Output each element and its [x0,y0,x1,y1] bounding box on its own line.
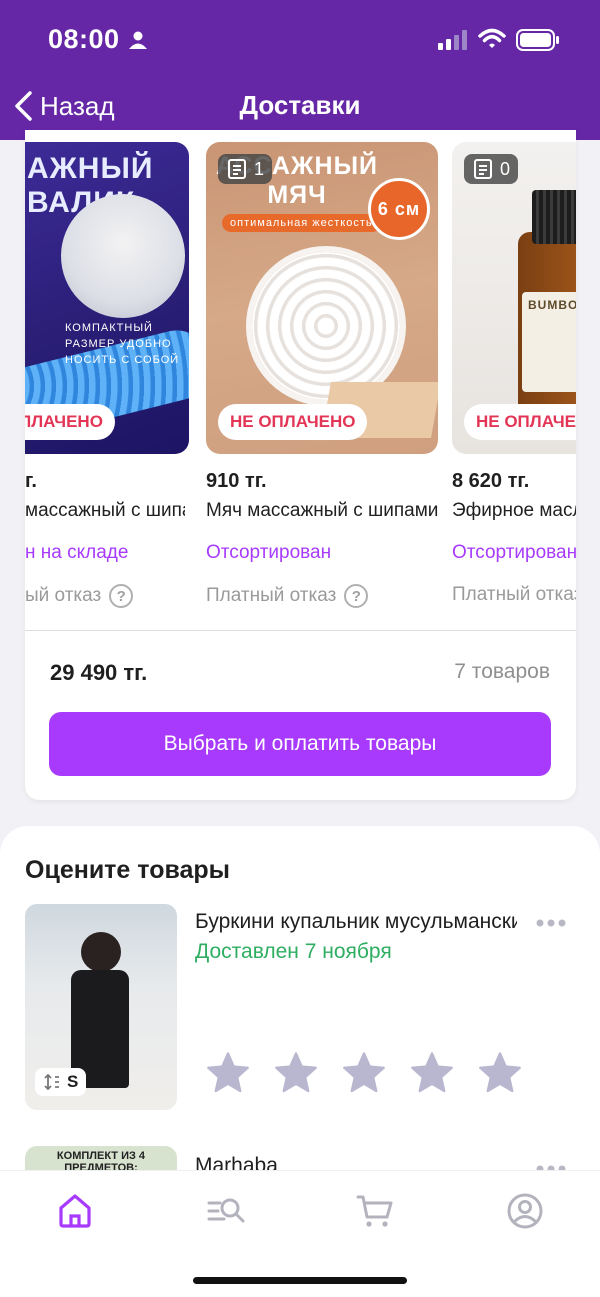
divider [25,630,576,631]
product-price: 910 тг. [206,470,267,492]
section-title: Оцените товары [25,856,231,884]
product-card[interactable]: BUMBO ЛАДАН 0 НЕ ОПЛАЧЕНО 8 620 тг. Эфир… [452,142,576,605]
star-icon[interactable] [477,1050,523,1096]
home-icon[interactable] [55,1191,95,1231]
product-name: массажный с шипами [25,500,185,521]
battery-icon [516,29,559,51]
refuse-label: ый отказ [25,585,102,606]
count-badge: 0 [464,154,519,184]
image-caption: КОМПАКТНЫЙ РАЗМЕР УДОБНО НОСИТЬ С СОБОЙ [65,322,180,366]
wifi-icon [478,28,506,48]
star-rating [205,1050,523,1096]
product-status: Отсортирован [452,542,576,563]
status-bar: 08:00 [0,0,600,80]
image-spiky-ball [252,252,400,400]
product-image: АЖНЫЙ ВАЛИК КОМПАКТНЫЙ РАЗМЕР УДОБНО НОС… [25,142,189,454]
image-subtext: оптимальная жесткость [222,214,381,232]
count-badge: 1 [218,154,273,184]
product-status: н на складе [25,542,129,563]
image-person-photo [61,194,185,318]
home-indicator [193,1277,407,1284]
items-count: 7 товаров [454,660,550,683]
rate-item-name: Буркини купальник мусульманский [195,910,517,933]
count-value: 1 [254,158,265,179]
refuse-info: ый отказ ? [25,584,134,608]
size-badge: S [35,1068,87,1096]
cart-icon[interactable] [355,1191,395,1231]
order-total: 29 490 тг. [50,660,148,685]
product-status: Отсортирован [206,542,332,563]
list-icon [228,159,246,179]
more-icon[interactable] [536,918,566,928]
product-card[interactable]: АЖНЫЙ ВАЛИК КОМПАКТНЫЙ РАЗМЕР УДОБНО НОС… [25,142,189,608]
product-name: Эфирное масло [452,500,576,521]
delivery-card: АЖНЫЙ ВАЛИК КОМПАКТНЫЙ РАЗМЕР УДОБНО НОС… [25,130,576,800]
signal-icon [438,30,467,50]
bottle-label: BUMBO ЛАДАН [522,292,576,392]
thumbnail-person [81,932,121,972]
list-icon [474,159,492,179]
help-icon[interactable]: ? [109,584,134,608]
refuse-info: Платный отказ [452,584,576,606]
status-time: 08:00 [48,24,120,54]
star-icon[interactable] [341,1050,387,1096]
resize-icon [44,1073,59,1091]
payment-badge: НЕ ОПЛАЧЕНО [464,404,576,440]
size-circle: 6 см [368,178,430,240]
product-price: 8 620 тг. [452,470,530,492]
refuse-info: Платный отказ ? [206,584,369,608]
refuse-label: Платный отказ [206,585,337,606]
payment-badge: НЕ ОПЛАЧЕНО [218,404,368,440]
product-image: АССАЖНЫЙ МЯЧ оптимальная жесткость 6 см … [206,142,438,454]
image-bottle-cap [532,190,576,244]
product-image: BUMBO ЛАДАН 0 НЕ ОПЛАЧЕНО [452,142,576,454]
select-and-pay-button[interactable]: Выбрать и оплатить товары [49,712,551,776]
search-catalog-icon[interactable] [206,1191,246,1231]
refuse-label: Платный отказ [452,584,576,605]
delivery-status: Доставлен 7 ноября [195,940,392,963]
star-icon[interactable] [409,1050,455,1096]
star-icon[interactable] [205,1050,251,1096]
size-value: S [67,1072,79,1091]
page-title: Доставки [239,90,361,120]
profile-icon[interactable] [505,1191,545,1231]
products-carousel[interactable]: АЖНЫЙ ВАЛИК КОМПАКТНЫЙ РАЗМЕР УДОБНО НОС… [25,130,576,630]
person-icon [129,31,147,49]
star-icon[interactable] [273,1050,319,1096]
count-value: 0 [500,158,511,179]
product-card[interactable]: АССАЖНЫЙ МЯЧ оптимальная жесткость 6 см … [206,142,438,608]
product-thumbnail[interactable]: S [25,904,177,1110]
payment-badge: ПЛАЧЕНО [25,404,115,440]
product-price: г. [25,470,37,492]
product-name: Мяч массажный с шипами [206,500,438,521]
help-icon[interactable]: ? [344,584,369,608]
app-header: 08:00 Назад Доставки [0,0,600,140]
rate-item[interactable]: S Буркини купальник мусульманский Достав… [25,904,576,1110]
